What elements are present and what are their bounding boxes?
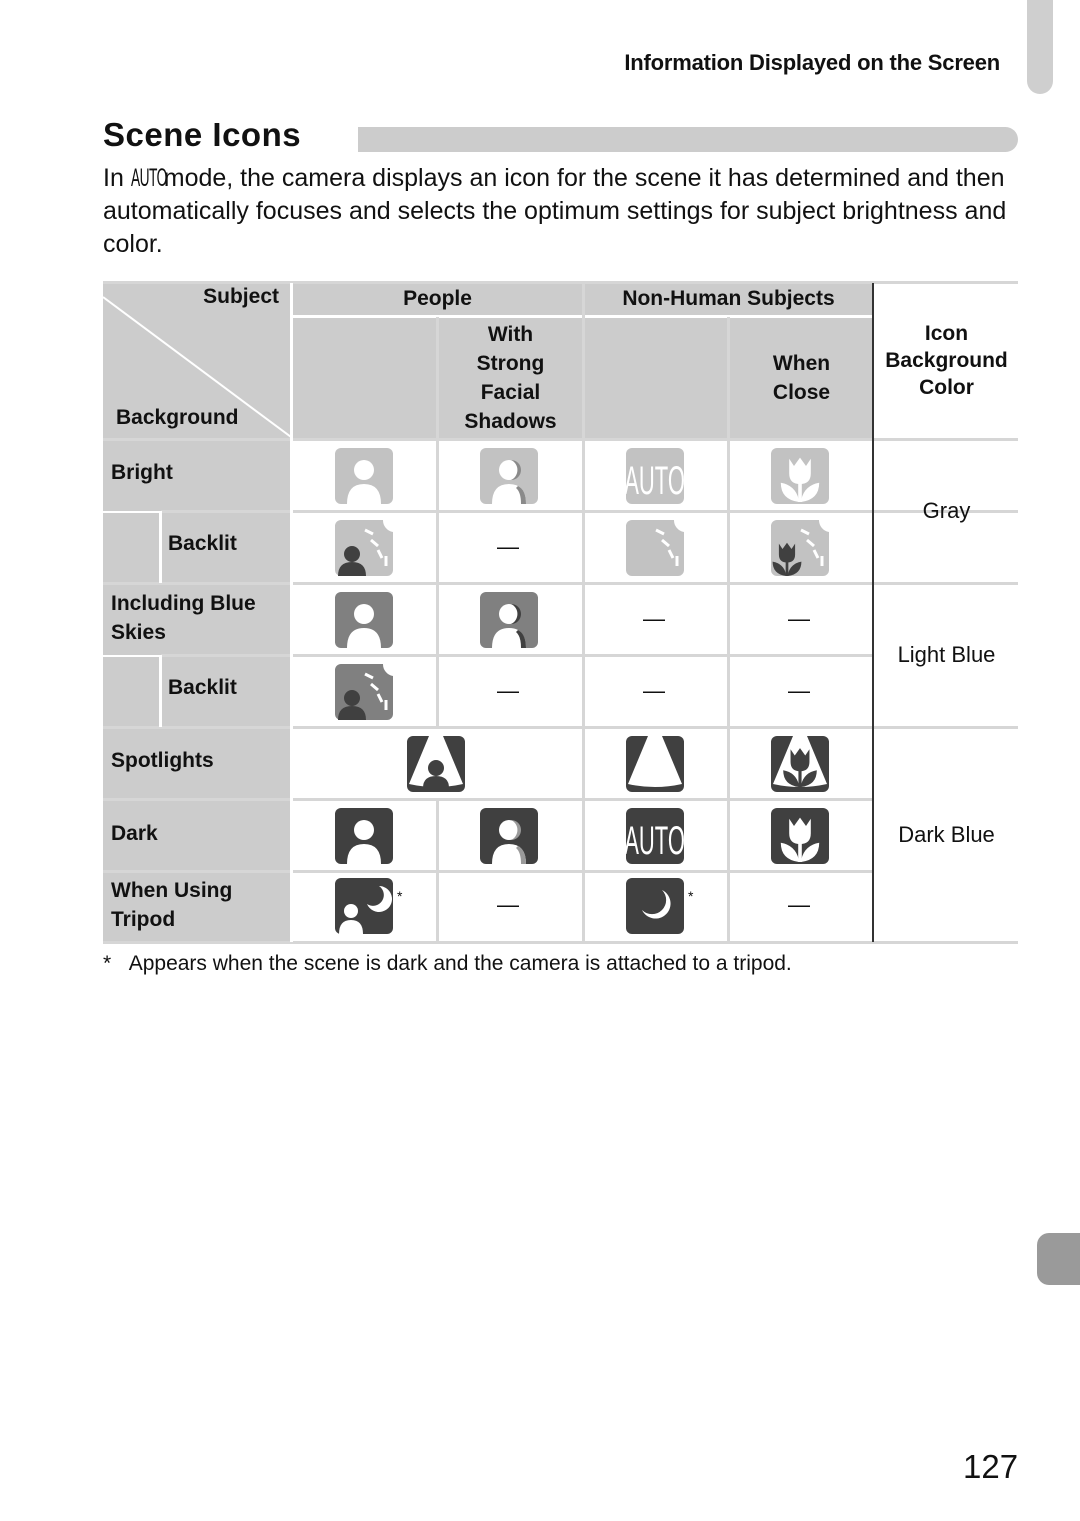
person-shadow-icon [480,808,538,864]
page-number: 127 [963,1448,1019,1485]
grid-line [436,799,439,942]
row-label-tripod: When Using Tripod [103,873,291,942]
spotlight-macro-icon [771,736,829,792]
section-title: Scene Icons [103,116,302,153]
row-label-text: Spotlights [111,749,214,772]
row-indent [103,657,159,727]
empty-cell-dash: — [497,678,519,703]
empty-cell-dash: — [643,678,665,703]
row-label-text: Dark [111,822,158,845]
header-text: Icon [924,321,969,345]
chapter-tab-side [1037,1233,1080,1285]
header-people-normal [293,317,436,439]
icon-color-gray: Gray [922,498,971,523]
grid-line [290,283,293,942]
footnote-asterisk: * [397,888,403,904]
icon-color-light-blue: Light Blue [897,642,996,667]
auto-mode-icon: AUTO [130,164,167,192]
corner-subject-label: Subject [203,285,279,308]
running-head: Information Displayed on the Screen [624,50,1000,75]
row-label-spotlights: Spotlights [103,729,291,799]
person-shadow-icon [480,448,538,504]
empty-cell-dash: — [788,892,810,917]
row-label-text: Backlit [168,532,237,555]
grid-line [103,941,1018,944]
row-label-text: Including Blue Skies [111,592,256,644]
grid-line [103,798,873,801]
intro-prefix: In [103,164,131,192]
header-text: Strong [476,352,545,375]
row-label-bright: Bright [103,441,291,511]
intro-text: mode, the camera displays an icon for th… [103,164,1007,258]
svg-text:AUTO: AUTO [626,458,684,503]
row-label-text: When Using Tripod [111,879,233,931]
grid-line [159,511,162,583]
empty-cell-dash: — [643,606,665,631]
grid-line [436,317,439,727]
row-indent [103,513,159,583]
corner-background-label: Background [116,406,239,429]
spotlight-icon [626,736,684,792]
backlit-person-icon [335,664,393,720]
footnote-mark: * [103,952,112,975]
row-label-backlit-blue: Backlit [161,657,291,727]
footnote: * Appears when the scene is dark and the… [103,952,792,976]
header-icon-bg-color: Icon Background Color [875,300,1018,420]
person-shadow-icon [480,592,538,648]
svg-text:AUTO: AUTO [626,818,684,863]
chapter-tab-top [1027,0,1053,94]
row-label-blue-skies: Including Blue Skies [103,585,291,655]
header-text: Facial [480,381,541,404]
header-text: Close [772,381,831,404]
spotlight-person-icon [407,736,465,792]
person-icon [335,808,393,864]
header-non-human-normal [584,317,727,439]
icon-color-dark-blue: Dark Blue [898,822,995,847]
night-portrait-icon [335,878,393,934]
grid-line [727,317,730,942]
grid-line-dark [872,283,874,942]
backlit-person-icon [335,520,393,576]
grid-line [159,655,162,727]
person-icon [335,448,393,504]
backlit-icon [626,520,684,576]
backlit-macro-icon [771,520,829,576]
header-text: With [487,323,534,346]
row-label-text: Bright [111,461,173,484]
row-label-dark: Dark [103,801,291,871]
footnote-asterisk: * [688,888,694,904]
header-text: Shadows [464,410,557,433]
header-text: Background [885,348,1008,372]
row-label-backlit: Backlit [161,513,291,583]
footnote-text: Appears when the scene is dark and the c… [128,952,792,975]
auto-icon: AUTO [626,808,684,864]
empty-cell-dash: — [788,606,810,631]
grid-line [582,283,585,942]
empty-cell-dash: — [788,678,810,703]
empty-cell-dash: — [497,534,519,559]
header-people: People [293,283,582,315]
header-when-close: When Close [730,317,873,439]
header-text: When [772,352,831,375]
grid-line [103,870,873,873]
empty-cell-dash: — [497,892,519,917]
grid-line [161,654,873,657]
title-rule-bar [358,127,1018,152]
header-non-human: Non-Human Subjects [584,283,873,315]
grid-line [103,281,1018,284]
macro-flower-icon [771,808,829,864]
intro-paragraph: In AUTO mode, the camera displays an ico… [103,162,1023,261]
person-icon [335,592,393,648]
night-icon [626,878,684,934]
corner-cell: Subject Background [103,283,291,439]
row-label-text: Backlit [168,676,237,699]
macro-flower-icon [771,448,829,504]
header-text: Color [919,375,974,399]
header-people-shadows: With Strong Facial Shadows [439,317,582,439]
auto-icon: AUTO [626,448,684,504]
